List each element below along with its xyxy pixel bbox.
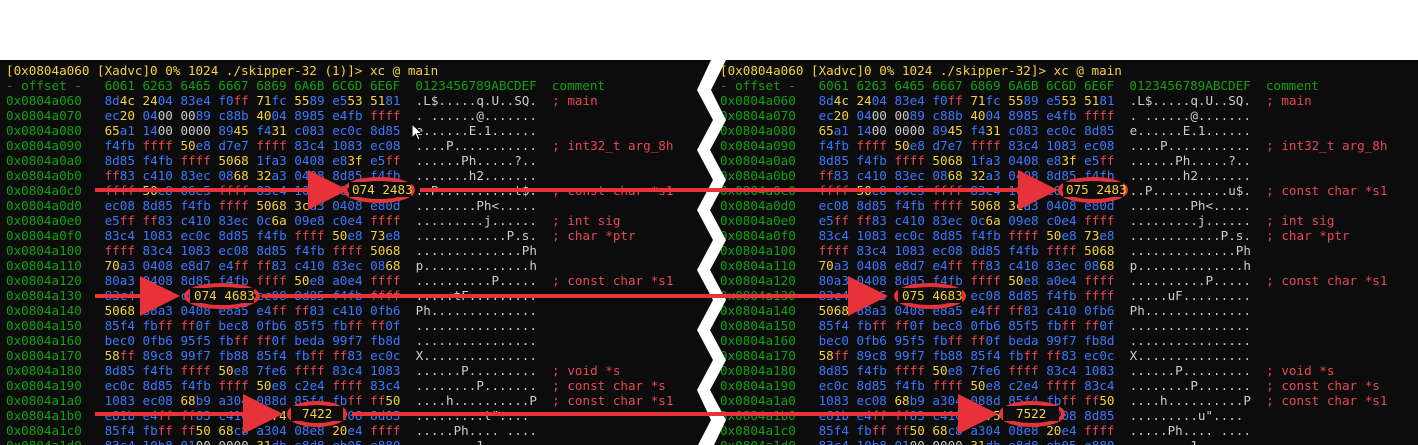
mouse-cursor-icon	[411, 123, 423, 141]
tear-divider	[697, 60, 726, 445]
